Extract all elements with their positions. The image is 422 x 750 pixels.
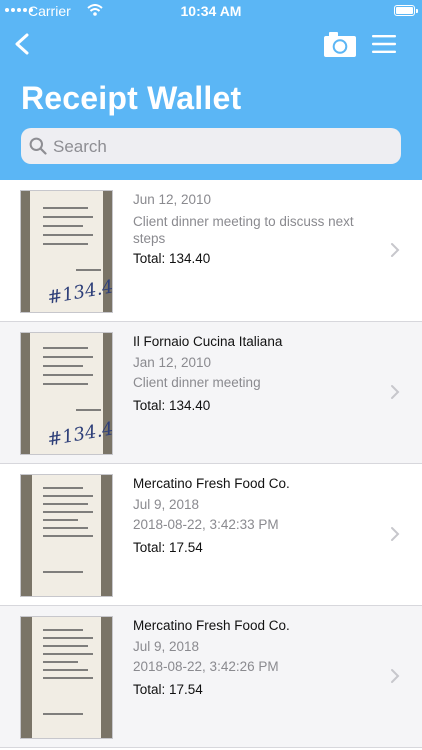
menu-icon [372, 35, 396, 53]
receipt-thumbnail [20, 616, 113, 739]
receipt-list: #134.40 Jun 12, 2010 Client dinner meeti… [0, 180, 422, 750]
receipt-thumbnail: #134.40 [20, 190, 113, 313]
search-input[interactable] [51, 128, 395, 166]
receipt-date: Jan 12, 2010 [133, 354, 212, 370]
receipt-details: Jun 12, 2010 Client dinner meeting to di… [133, 190, 373, 269]
back-icon [15, 33, 29, 55]
receipt-date: Jul 9, 2018 [133, 496, 200, 512]
chevron-right-icon [391, 385, 400, 399]
receipt-total: Total: 17.54 [133, 539, 203, 555]
receipt-row[interactable]: #134.40 Jun 12, 2010 Client dinner meeti… [0, 180, 422, 322]
receipt-details: Mercatino Fresh Food Co. Jul 9, 2018 201… [133, 474, 373, 558]
receipt-thumbnail [20, 474, 113, 597]
camera-button[interactable] [323, 30, 357, 58]
receipt-row[interactable]: Mercatino Fresh Food Co. Jul 9, 2018 201… [0, 606, 422, 748]
receipt-date: Jul 9, 2018 [133, 638, 200, 654]
receipt-date: Jun 12, 2010 [133, 192, 212, 207]
receipt-description: Client dinner meeting to discuss next st… [133, 213, 354, 246]
receipt-total: Total: 134.40 [133, 397, 211, 413]
status-time: 10:34 AM [180, 3, 242, 19]
receipt-row[interactable]: #134.40 Il Fornaio Cucina Italiana Jan 1… [0, 322, 422, 464]
camera-icon [324, 32, 356, 57]
receipt-details: Mercatino Fresh Food Co. Jul 9, 2018 201… [133, 616, 373, 700]
chevron-right-icon [391, 243, 400, 257]
receipt-merchant: Mercatino Fresh Food Co. [133, 618, 290, 633]
receipt-description: 2018-08-22, 3:42:33 PM [133, 517, 279, 532]
receipt-total: Total: 17.54 [133, 681, 203, 697]
battery-icon [394, 5, 418, 16]
receipt-row[interactable]: Mercatino Fresh Food Co. Jul 9, 2018 201… [0, 464, 422, 606]
chevron-right-icon [391, 527, 400, 541]
receipt-merchant: Il Fornaio Cucina Italiana [133, 334, 283, 349]
search-icon [29, 137, 47, 155]
receipt-details: Il Fornaio Cucina Italiana Jan 12, 2010 … [133, 332, 373, 416]
status-bar: Carrier 10:34 AM [0, 0, 422, 22]
search-bar[interactable] [21, 128, 401, 166]
back-button[interactable] [10, 30, 34, 58]
page-title: Receipt Wallet [21, 80, 242, 116]
receipt-thumbnail: #134.40 [20, 332, 113, 455]
chevron-right-icon [391, 669, 400, 683]
receipt-merchant: Mercatino Fresh Food Co. [133, 476, 290, 491]
receipt-description: 2018-08-22, 3:42:26 PM [133, 659, 279, 674]
receipt-total: Total: 134.40 [133, 250, 211, 266]
navigation-header: Carrier 10:34 AM Receipt Wallet [0, 0, 422, 180]
receipt-description: Client dinner meeting [133, 375, 261, 390]
menu-button[interactable] [371, 33, 397, 55]
